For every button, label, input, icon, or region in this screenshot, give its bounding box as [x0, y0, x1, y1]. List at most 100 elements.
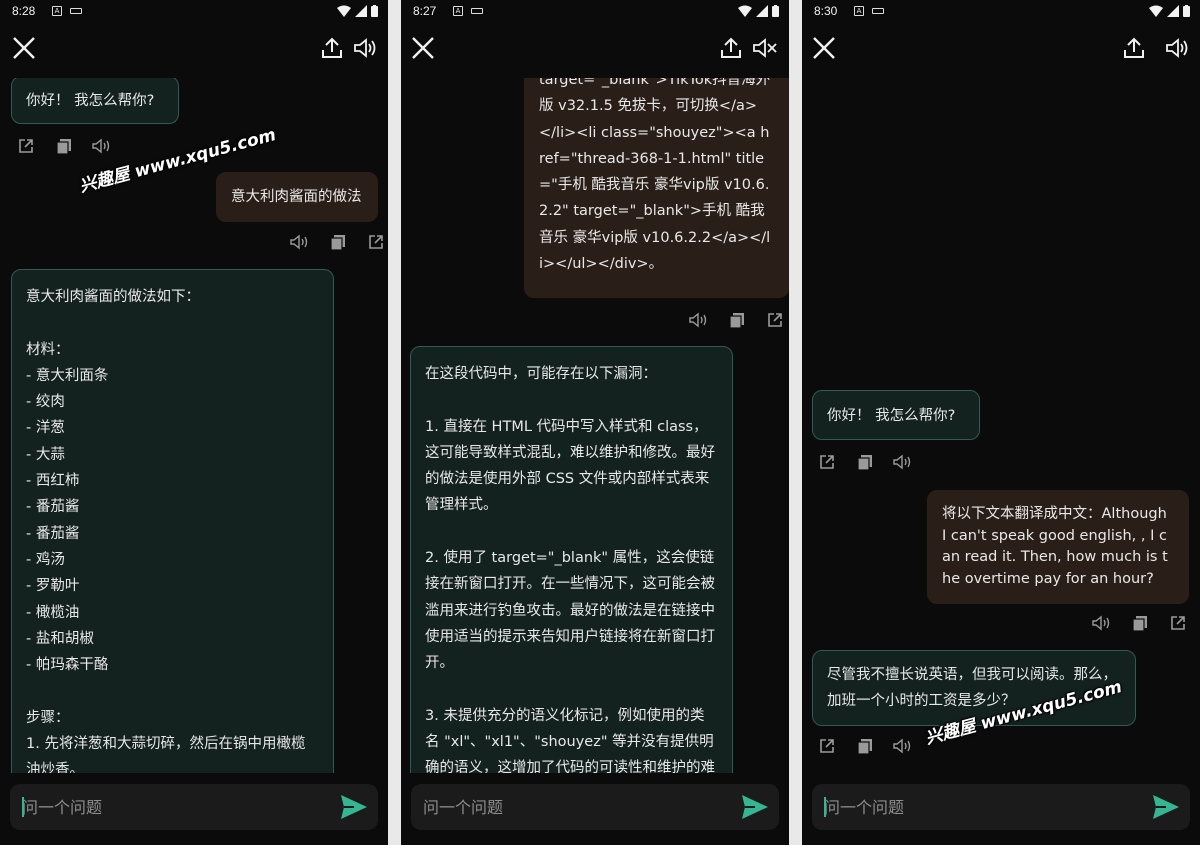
open-external-icon: [820, 739, 834, 753]
status-time: 8:27: [413, 4, 437, 18]
open-external-icon: [820, 455, 834, 469]
close-button[interactable]: [810, 34, 838, 62]
phone-screen-3: 8:30 A 你好！ 我怎么帮你? 将以下文本翻译成中文：Although I …: [802, 0, 1200, 845]
status-bar: 8:28 A: [0, 0, 388, 22]
copy-icon: [330, 235, 345, 250]
share-icon: [721, 37, 741, 58]
system-icons: [738, 4, 779, 18]
copy-button[interactable]: [855, 452, 875, 472]
message-user: 将以下文本翻译成中文：Although I can't speak good e…: [927, 490, 1189, 604]
wifi-icon: [1149, 5, 1163, 17]
speak-button[interactable]: [1092, 613, 1112, 633]
signal-icon: [1167, 5, 1179, 17]
open-external-button[interactable]: [817, 736, 837, 756]
copy-icon: [56, 139, 71, 154]
close-icon: [412, 37, 434, 59]
status-time: 8:30: [814, 4, 838, 18]
copy-icon: [1132, 616, 1147, 631]
battery-icon: [1183, 5, 1190, 17]
volume-button[interactable]: [352, 34, 380, 62]
wifi-icon: [337, 5, 351, 17]
volume-icon: [1166, 38, 1188, 58]
volume-icon: [689, 312, 707, 328]
top-bar: [802, 22, 1200, 72]
question-input[interactable]: [10, 784, 330, 830]
volume-off-button[interactable]: [751, 34, 779, 62]
send-button[interactable]: [741, 794, 769, 820]
chat-area[interactable]: 你好！ 我怎么帮你? 将以下文本翻译成中文：Although I can't s…: [802, 78, 1200, 773]
phone-screen-2: 8:27 A target="_blank">TikTok抖音海外版 v32.1…: [401, 0, 789, 845]
volume-icon: [893, 738, 911, 754]
question-input[interactable]: [812, 784, 1132, 830]
close-button[interactable]: [10, 34, 38, 62]
close-icon: [813, 37, 835, 59]
speak-button[interactable]: [290, 232, 310, 252]
signal-icon: [756, 5, 768, 17]
battery-icon: [371, 5, 378, 17]
battery-icon: [772, 5, 779, 17]
share-icon: [1124, 37, 1144, 58]
message-bot: 意大利肉酱面的做法如下： 材料： - 意大利面条 - 绞肉 - 洋葱 - 大蒜 …: [11, 269, 334, 773]
message-actions: [689, 310, 785, 330]
volume-off-icon: [753, 38, 777, 58]
copy-button[interactable]: [328, 232, 348, 252]
speak-button[interactable]: [92, 136, 112, 156]
open-external-icon: [369, 235, 383, 249]
signal-icon: [355, 5, 367, 17]
copy-button[interactable]: [54, 136, 74, 156]
notification-keyboard-icon: [471, 8, 483, 14]
system-icons: [337, 4, 378, 18]
open-external-button[interactable]: [16, 136, 36, 156]
open-external-button[interactable]: [366, 232, 386, 252]
message-user: 意大利肉酱面的做法: [216, 172, 378, 222]
volume-icon: [290, 234, 308, 250]
chat-area[interactable]: target="_blank">TikTok抖音海外版 v32.1.5 免拔卡，…: [401, 78, 789, 773]
text-cursor: [824, 797, 826, 817]
notification-a-icon: A: [453, 6, 463, 16]
phone-screen-1: 8:28 A 你好！ 我怎么帮你? 意大利肉酱面的做法 意大利肉酱面的做法如下：…: [0, 0, 388, 845]
share-button[interactable]: [318, 34, 346, 62]
copy-button[interactable]: [727, 310, 747, 330]
volume-button[interactable]: [1164, 34, 1192, 62]
open-external-icon: [1171, 616, 1185, 630]
notification-keyboard-icon: [872, 8, 884, 14]
speak-button[interactable]: [893, 736, 913, 756]
system-icons: [1149, 4, 1190, 18]
speak-button[interactable]: [893, 452, 913, 472]
message-actions: [817, 452, 913, 472]
status-bar: 8:30 A: [802, 0, 1200, 22]
open-external-button[interactable]: [765, 310, 785, 330]
copy-button[interactable]: [855, 736, 875, 756]
copy-button[interactable]: [1130, 613, 1150, 633]
send-button[interactable]: [340, 794, 368, 820]
message-actions: [817, 736, 913, 756]
send-icon: [1153, 795, 1179, 819]
volume-icon: [1092, 615, 1110, 631]
status-time: 8:28: [12, 4, 36, 18]
copy-icon: [857, 739, 872, 754]
open-external-button[interactable]: [1168, 613, 1188, 633]
close-button[interactable]: [409, 34, 437, 62]
message-actions: [1092, 613, 1188, 633]
open-external-button[interactable]: [817, 452, 837, 472]
share-button[interactable]: [717, 34, 745, 62]
share-icon: [322, 37, 342, 58]
text-cursor: [22, 797, 24, 817]
message-bot: 在这段代码中，可能存在以下漏洞： 1. 直接在 HTML 代码中写入样式和 cl…: [410, 346, 733, 773]
question-input[interactable]: [411, 784, 731, 830]
volume-icon: [354, 38, 376, 58]
message-bot: 你好！ 我怎么帮你?: [812, 390, 980, 440]
top-bar: [0, 22, 388, 72]
chat-area[interactable]: 你好！ 我怎么帮你? 意大利肉酱面的做法 意大利肉酱面的做法如下： 材料： - …: [0, 78, 388, 773]
share-button[interactable]: [1120, 34, 1148, 62]
message-actions: [16, 136, 112, 156]
open-external-icon: [768, 313, 782, 327]
open-external-icon: [19, 139, 33, 153]
send-button[interactable]: [1152, 794, 1180, 820]
speak-button[interactable]: [689, 310, 709, 330]
notification-a-icon: A: [854, 6, 864, 16]
input-bar: [10, 784, 378, 830]
copy-icon: [857, 455, 872, 470]
notification-a-icon: A: [52, 6, 62, 16]
copy-icon: [729, 313, 744, 328]
